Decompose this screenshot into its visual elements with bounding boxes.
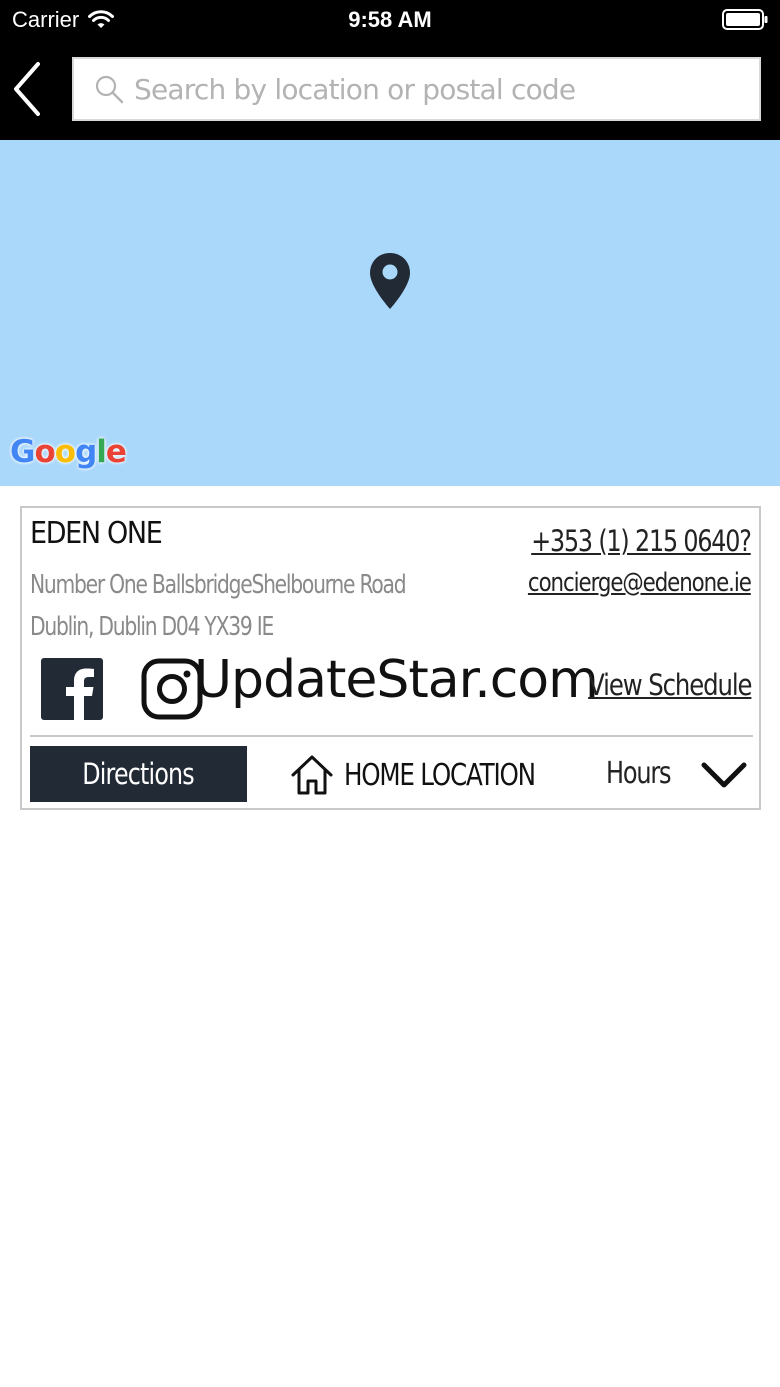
google-logo: Google — [10, 434, 127, 470]
chevron-down-icon[interactable] — [700, 760, 748, 790]
back-icon — [14, 62, 40, 116]
search-input[interactable] — [134, 64, 734, 114]
directions-button[interactable]: Directions — [30, 746, 247, 802]
battery-icon — [722, 9, 768, 30]
watermark-text: UpdateStar.com — [194, 650, 599, 710]
status-time: 9:58 AM — [348, 7, 432, 32]
hours-toggle[interactable]: Hours — [606, 756, 672, 791]
map-pin-icon[interactable] — [369, 252, 411, 310]
phone-link[interactable]: +353 (1) 215 0640? — [531, 524, 752, 558]
directions-label: Directions — [82, 757, 195, 791]
facebook-icon[interactable] — [41, 658, 103, 720]
home-location-button[interactable]: HOME LOCATION — [290, 754, 577, 796]
nav-bar — [0, 40, 780, 140]
home-icon — [291, 755, 333, 795]
address-line-2: Dublin, Dublin D04 YX39 IE — [30, 612, 274, 642]
map-view[interactable]: Google — [0, 140, 780, 486]
email-link[interactable]: concierge@edenone.ie — [528, 568, 752, 598]
back-button[interactable] — [6, 60, 50, 118]
search-icon — [95, 75, 124, 104]
address-line-1: Number One BallsbridgeShelbourne Road — [30, 570, 407, 600]
status-bar: Carrier 9:58 AM — [0, 0, 780, 40]
search-box[interactable] — [72, 57, 761, 121]
location-address: Number One BallsbridgeShelbourne Road Du… — [30, 564, 407, 648]
location-name: EDEN ONE — [30, 516, 163, 551]
card-divider — [30, 735, 753, 737]
view-schedule-link[interactable]: View Schedule — [588, 668, 752, 702]
home-location-label: HOME LOCATION — [344, 757, 536, 793]
location-card: EDEN ONE Number One BallsbridgeShelbourn… — [20, 506, 761, 810]
